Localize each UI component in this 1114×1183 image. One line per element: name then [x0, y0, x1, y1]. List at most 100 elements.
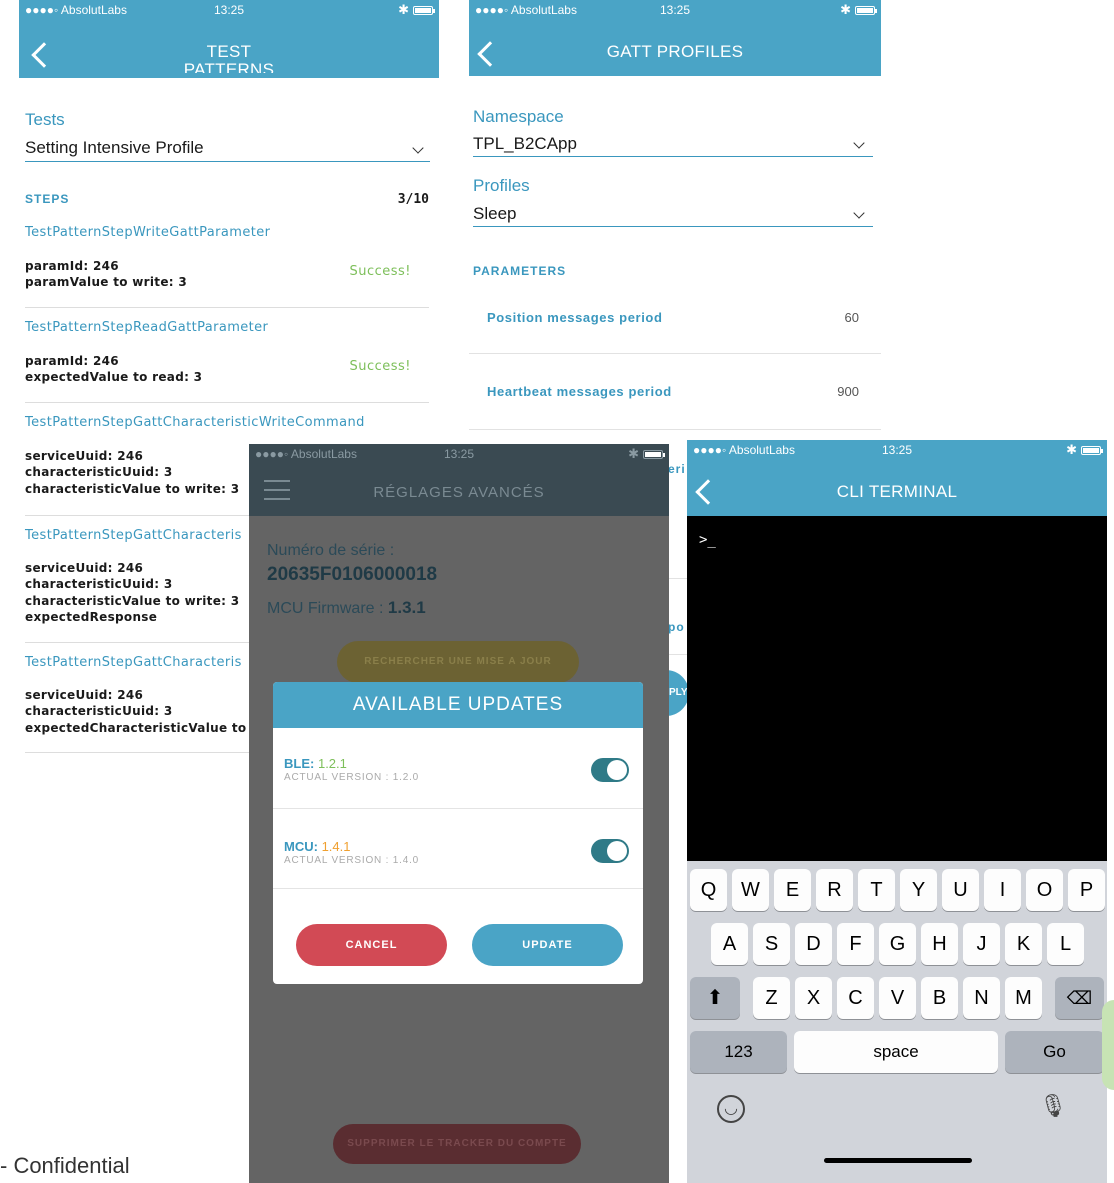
profiles-select-value: Sleep	[473, 204, 517, 223]
nav-bar: ●●●●◦ AbsolutLabs 13:25 ✱ RÉGLAGES AVANC…	[249, 444, 669, 516]
step-line: characteristicUuid: 3	[25, 704, 173, 718]
status-time: 13:25	[881, 443, 913, 457]
update-button[interactable]: UPDATE	[472, 924, 623, 966]
ble-update-toggle[interactable]	[591, 758, 629, 782]
tests-label: Tests	[25, 110, 65, 129]
footer-confidential: - Confidential	[0, 1153, 130, 1178]
key-c[interactable]: C	[837, 977, 874, 1019]
available-updates-dialog: AVAILABLE UPDATES BLE: 1.2.1 ACTUAL VERS…	[273, 682, 643, 984]
key-i[interactable]: I	[984, 869, 1021, 911]
step-title: TestPatternStepGattCharacteris	[25, 528, 242, 543]
key-s[interactable]: S	[753, 923, 790, 965]
key-a[interactable]: A	[711, 923, 748, 965]
key-u[interactable]: U	[942, 869, 979, 911]
step-line: expectedCharacteristicValue to	[25, 721, 247, 735]
step-line: expectedValue to read: 3	[25, 370, 203, 384]
update-name: BLE:	[284, 756, 315, 771]
mcu-update-toggle[interactable]	[591, 839, 629, 863]
key-o[interactable]: O	[1026, 869, 1063, 911]
key-f[interactable]: F	[837, 923, 874, 965]
key-x[interactable]: X	[795, 977, 832, 1019]
decorative-shape	[1102, 1000, 1114, 1090]
step-line: paramId: 246	[25, 259, 119, 273]
emoji-icon[interactable]: ◡	[717, 1095, 745, 1123]
tests-select[interactable]: Setting Intensive Profile	[25, 136, 430, 162]
tests-select-value: Setting Intensive Profile	[25, 138, 204, 157]
status-bar: ●●●●◦ AbsolutLabs 13:25 ✱	[687, 440, 1107, 462]
key-m[interactable]: M	[1005, 977, 1042, 1019]
step-line: characteristicValue to write: 3	[25, 594, 240, 608]
profiles-label: Profiles	[473, 176, 530, 195]
key-w[interactable]: W	[732, 869, 769, 911]
bluetooth-icon: ✱	[840, 2, 851, 17]
key-t[interactable]: T	[858, 869, 895, 911]
update-name: MCU:	[284, 839, 318, 854]
step-line: characteristicUuid: 3	[25, 577, 173, 591]
cancel-button[interactable]: CANCEL	[296, 924, 447, 966]
shift-key[interactable]: ⬆	[690, 977, 740, 1019]
nav-bar: ●●●●◦ AbsolutLabs 13:25 ✱ TEST PATTERNS	[19, 0, 439, 78]
profiles-select[interactable]: Sleep	[473, 202, 873, 227]
key-y[interactable]: Y	[900, 869, 937, 911]
keyboard: Q W E R T Y U I O P A S D F G H J K L ⬆ …	[687, 861, 1107, 1183]
numbers-key[interactable]: 123	[690, 1031, 787, 1073]
param-value: 60	[844, 310, 859, 325]
step-title: TestPatternStepReadGattParameter	[25, 320, 269, 335]
page-title: CLI TERMINAL	[836, 482, 958, 501]
bluetooth-icon: ✱	[398, 2, 409, 17]
key-z[interactable]: Z	[753, 977, 790, 1019]
update-name-line: MCU: 1.4.1	[284, 839, 350, 854]
partial-text: po	[668, 620, 685, 634]
parameters-label: PARAMETERS	[473, 264, 567, 278]
go-key[interactable]: Go	[1005, 1031, 1104, 1073]
step-line: serviceUuid: 246	[25, 561, 144, 575]
key-h[interactable]: H	[921, 923, 958, 965]
backspace-key[interactable]: ⌫	[1055, 977, 1104, 1019]
key-g[interactable]: G	[879, 923, 916, 965]
page-title: TEST PATTERNS	[19, 43, 439, 74]
step-line: characteristicValue to write: 3	[25, 482, 240, 496]
chevron-down-icon	[853, 207, 865, 219]
screen-cli-terminal: ●●●●◦ AbsolutLabs 13:25 ✱ CLI TERMINAL >…	[687, 440, 1107, 1183]
battery-icon	[643, 450, 665, 459]
step-status: Success!	[349, 359, 411, 374]
update-version: 1.4.1	[321, 839, 351, 854]
param-row[interactable]: Heartbeat messages period 900	[469, 354, 881, 430]
step-title: TestPatternStepGattCharacteristicWriteCo…	[25, 415, 365, 430]
step-status: Success!	[349, 264, 411, 279]
mcu-label: MCU Firmware :	[267, 600, 384, 617]
step-title: TestPatternStepWriteGattParameter	[25, 225, 271, 240]
steps-label: STEPS	[25, 192, 70, 206]
key-e[interactable]: E	[774, 869, 811, 911]
key-r[interactable]: R	[816, 869, 853, 911]
update-name-line: BLE: 1.2.1	[284, 756, 347, 771]
divider	[25, 402, 429, 403]
search-update-button[interactable]: RECHERCHER UNE MISE A JOUR	[337, 641, 579, 683]
dialog-title: AVAILABLE UPDATES	[352, 694, 564, 715]
namespace-select[interactable]: TPL_B2CApp	[473, 133, 873, 157]
key-p[interactable]: P	[1068, 869, 1105, 911]
key-l[interactable]: L	[1047, 923, 1084, 965]
status-time: 13:25	[659, 3, 691, 17]
status-bar: ●●●●◦ AbsolutLabs 13:25 ✱	[469, 0, 881, 22]
update-item-ble: BLE: 1.2.1 ACTUAL VERSION : 1.2.0	[273, 728, 643, 809]
delete-tracker-button[interactable]: SUPPRIMER LE TRACKER DU COMPTE	[333, 1124, 581, 1164]
param-row[interactable]: Position messages period 60	[469, 290, 881, 354]
key-j[interactable]: J	[963, 923, 1000, 965]
key-d[interactable]: D	[795, 923, 832, 965]
step-line: expectedResponse	[25, 610, 158, 624]
space-key[interactable]: space	[794, 1031, 998, 1073]
key-b[interactable]: B	[921, 977, 958, 1019]
status-time: 13:25	[443, 447, 475, 461]
update-version: 1.2.1	[317, 756, 347, 771]
partial-button-label: PLY	[669, 687, 688, 698]
microphone-icon[interactable]: 🎙	[1039, 1093, 1067, 1119]
serial-label: Numéro de série :	[267, 542, 395, 559]
key-k[interactable]: K	[1005, 923, 1042, 965]
nav-bar: ●●●●◦ AbsolutLabs 13:25 ✱ GATT PROFILES	[469, 0, 881, 76]
key-q[interactable]: Q	[690, 869, 727, 911]
key-v[interactable]: V	[879, 977, 916, 1019]
key-n[interactable]: N	[963, 977, 1000, 1019]
terminal-output[interactable]: >_	[687, 516, 1107, 861]
step-line: serviceUuid: 246	[25, 449, 144, 463]
